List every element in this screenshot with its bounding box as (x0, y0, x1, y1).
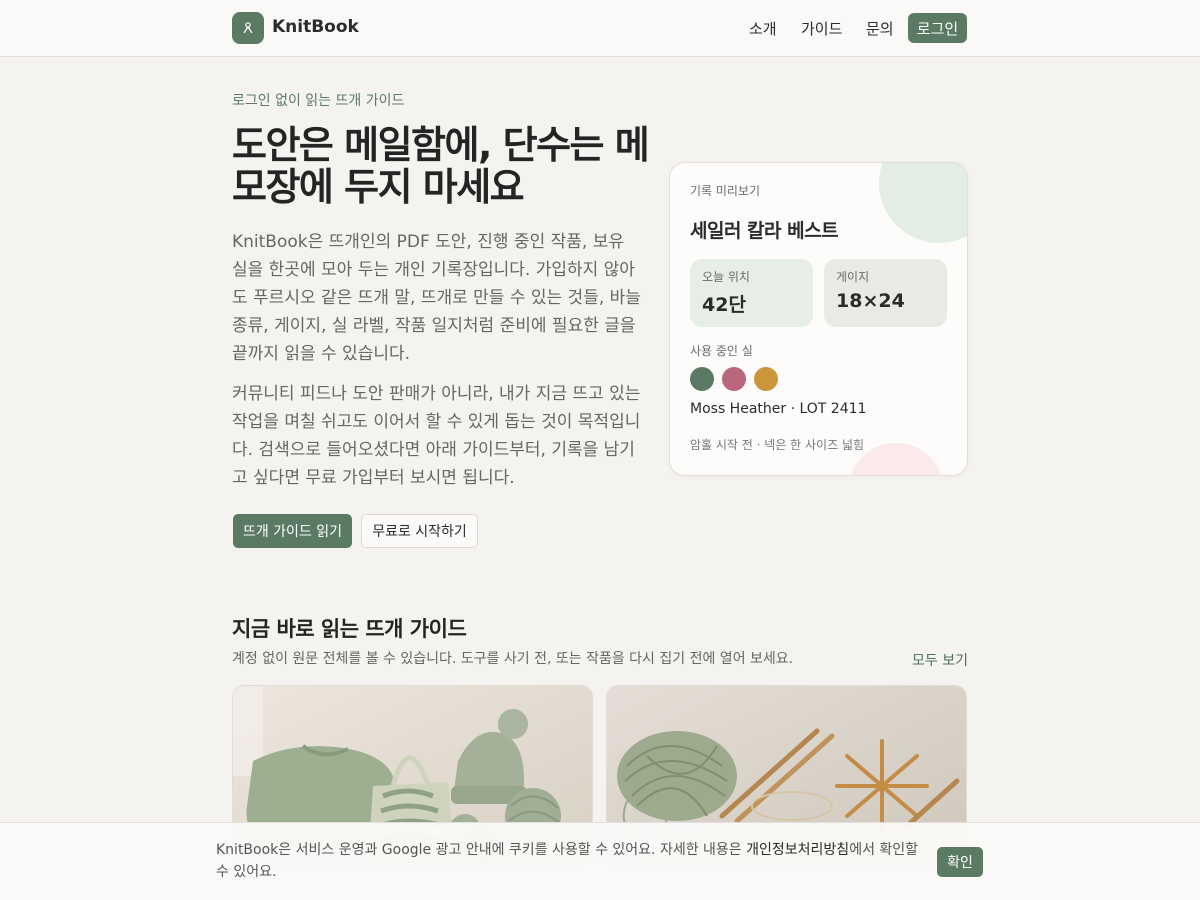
yarn-name: Moss Heather · LOT 2411 (690, 401, 867, 417)
stat-label: 게이지 (836, 270, 870, 284)
guides-section-title: 지금 바로 읽는 뜨개 가이드 (232, 617, 467, 641)
nav-about[interactable]: 소개 (749, 18, 777, 39)
card-note: 암홀 시작 전 · 넥은 한 사이즈 넓힘 (690, 438, 865, 452)
stat-value: 18×24 (836, 290, 905, 312)
hero-title: 도안은 메일함에, 단수는 메모장에 두지 마세요 (232, 123, 650, 209)
guides-section-subtitle: 계정 없이 원문 전체를 볼 수 있습니다. 도구를 사기 전, 또는 작품을 … (232, 651, 794, 667)
yarn-swatch-green (690, 367, 714, 391)
stat-gauge: 게이지 18×24 (824, 259, 947, 327)
logo[interactable] (232, 12, 264, 44)
card-project-title: 세일러 칼라 베스트 (690, 220, 839, 242)
hero-paragraph-1: KnitBook은 뜨개인의 PDF 도안, 진행 중인 작품, 보유 실을 한… (232, 232, 641, 364)
privacy-policy-link[interactable]: 개인정보처리방침 (746, 842, 849, 858)
cookie-message: KnitBook은 서비스 운영과 Google 광고 안내에 쿠키를 사용할 … (216, 839, 921, 883)
yarn-needle-icon (243, 22, 253, 34)
cookie-confirm-button[interactable]: 확인 (937, 847, 983, 877)
start-free-button[interactable]: 무료로 시작하기 (361, 514, 478, 548)
view-all-link[interactable]: 모두 보기 (912, 650, 968, 670)
brand-name[interactable]: KnitBook (272, 17, 359, 37)
yarn-label: 사용 중인 실 (690, 344, 753, 358)
card-kicker: 기록 미리보기 (690, 184, 761, 198)
stat-value: 42단 (702, 294, 746, 316)
site-header: KnitBook 소개 가이드 문의 로그인 (0, 0, 1200, 57)
hero-paragraph-2: 커뮤니티 피드나 도안 판매가 아니라, 내가 지금 뜨고 있는 작업을 며칠 … (232, 384, 641, 488)
cookie-banner: KnitBook은 서비스 운영과 Google 광고 안내에 쿠키를 사용할 … (0, 822, 1200, 900)
nav-guides[interactable]: 가이드 (801, 18, 842, 39)
cookie-text-before: KnitBook은 서비스 운영과 Google 광고 안내에 쿠키를 사용할 … (216, 842, 747, 858)
record-preview-card: 기록 미리보기 세일러 칼라 베스트 오늘 위치 42단 게이지 18×24 사… (669, 162, 968, 476)
decorative-circle-green (879, 163, 967, 243)
stat-label: 오늘 위치 (702, 270, 750, 284)
yarn-swatch-rose (722, 367, 746, 391)
nav-contact[interactable]: 문의 (866, 18, 894, 39)
yarn-swatch-mustard (754, 367, 778, 391)
login-button[interactable]: 로그인 (908, 13, 967, 43)
hero-eyebrow: 로그인 없이 읽는 뜨개 가이드 (232, 93, 405, 109)
read-guides-button[interactable]: 뜨개 가이드 읽기 (233, 514, 352, 548)
stat-current-row: 오늘 위치 42단 (690, 259, 813, 327)
